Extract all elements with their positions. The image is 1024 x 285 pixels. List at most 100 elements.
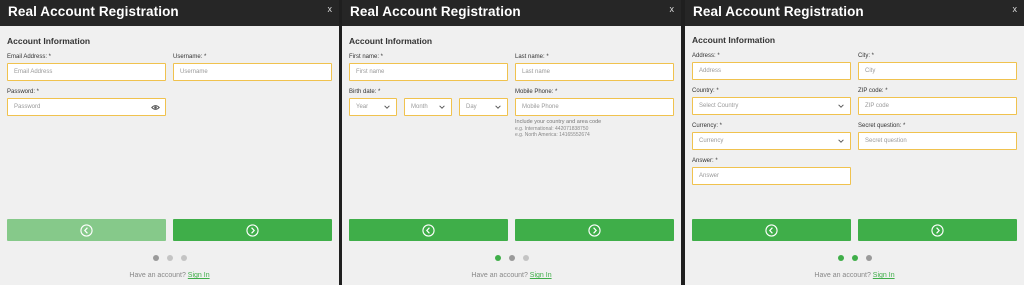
screenshot-stage: Real Account Registration x Account Info… bbox=[0, 0, 1024, 285]
step-indicator bbox=[0, 255, 339, 261]
panel-title: Real Account Registration bbox=[8, 4, 179, 19]
phone-hint-north-america: e.g. North America: 14165552674 bbox=[515, 132, 590, 138]
answer-input[interactable]: Answer bbox=[692, 167, 851, 185]
email-label: Email Address: * bbox=[7, 54, 52, 60]
mobile-phone-label: Mobile Phone: * bbox=[515, 89, 558, 95]
password-placeholder: Password bbox=[14, 104, 41, 110]
chevron-down-icon bbox=[384, 105, 390, 109]
last-name-placeholder: Last name bbox=[522, 69, 551, 75]
city-label: City: * bbox=[858, 53, 875, 59]
birth-month-select[interactable]: Month bbox=[404, 98, 452, 116]
birth-date-label: Birth date: * bbox=[349, 89, 381, 95]
close-icon[interactable]: x bbox=[1013, 4, 1018, 14]
step-dot-1[interactable] bbox=[494, 255, 501, 261]
password-label: Password: * bbox=[7, 89, 40, 95]
username-placeholder: Username bbox=[180, 69, 208, 75]
password-input[interactable]: Password bbox=[7, 98, 166, 116]
country-value: Select Country bbox=[699, 103, 739, 109]
registration-panel-step-3: Real Account Registration x Account Info… bbox=[685, 0, 1024, 285]
sign-in-link[interactable]: Sign In bbox=[873, 272, 895, 279]
close-icon[interactable]: x bbox=[670, 4, 675, 14]
sign-in-prompt: Have an account? Sign In bbox=[0, 272, 339, 279]
section-title: Account Information bbox=[692, 35, 776, 45]
address-input[interactable]: Address bbox=[692, 62, 851, 80]
city-placeholder: City bbox=[865, 68, 876, 74]
step-dot-3[interactable] bbox=[180, 255, 187, 261]
next-button[interactable] bbox=[173, 219, 332, 241]
chevron-down-icon bbox=[838, 139, 844, 143]
step-dot-1[interactable] bbox=[837, 255, 844, 261]
panel-header: Real Account Registration x bbox=[342, 0, 681, 26]
panel-title: Real Account Registration bbox=[350, 4, 521, 19]
panel-header: Real Account Registration x bbox=[0, 0, 339, 26]
country-label: Country: * bbox=[692, 88, 719, 94]
secret-question-input[interactable]: Secret question bbox=[858, 132, 1017, 150]
secret-question-label: Secret question: * bbox=[858, 123, 906, 129]
mobile-phone-input[interactable]: Mobile Phone bbox=[515, 98, 674, 116]
chevron-down-icon bbox=[495, 105, 501, 109]
step-indicator bbox=[342, 255, 681, 261]
currency-value: Currency bbox=[699, 138, 724, 144]
panel-header: Real Account Registration x bbox=[685, 0, 1024, 26]
email-placeholder: Email Address bbox=[14, 69, 53, 75]
step-dot-3[interactable] bbox=[865, 255, 872, 261]
section-title: Account Information bbox=[349, 36, 433, 46]
address-placeholder: Address bbox=[699, 68, 722, 74]
back-button[interactable] bbox=[7, 219, 166, 241]
username-label: Username: * bbox=[173, 54, 207, 60]
zip-code-input[interactable]: ZIP code bbox=[858, 97, 1017, 115]
birth-day-value: Day bbox=[466, 104, 477, 110]
sign-in-prompt: Have an account? Sign In bbox=[342, 272, 681, 279]
answer-placeholder: Answer bbox=[699, 173, 720, 179]
have-account-text: Have an account? bbox=[814, 272, 871, 279]
chevron-left-circle-icon bbox=[422, 223, 435, 237]
next-button[interactable] bbox=[858, 219, 1017, 241]
section-title: Account Information bbox=[7, 36, 91, 46]
email-input[interactable]: Email Address bbox=[7, 63, 166, 81]
back-button[interactable] bbox=[692, 219, 851, 241]
sign-in-prompt: Have an account? Sign In bbox=[685, 272, 1024, 279]
registration-panel-step-1: Real Account Registration x Account Info… bbox=[0, 0, 339, 285]
birth-day-select[interactable]: Day bbox=[459, 98, 508, 116]
last-name-input[interactable]: Last name bbox=[515, 63, 674, 81]
sign-in-link[interactable]: Sign In bbox=[188, 272, 210, 279]
sign-in-link[interactable]: Sign In bbox=[530, 272, 552, 279]
mobile-phone-placeholder: Mobile Phone bbox=[522, 104, 559, 110]
last-name-label: Last name: * bbox=[515, 54, 549, 60]
chevron-down-icon bbox=[439, 105, 445, 109]
address-label: Address: * bbox=[692, 53, 720, 59]
step-dot-3[interactable] bbox=[522, 255, 529, 261]
chevron-down-icon bbox=[838, 104, 844, 108]
panel-title: Real Account Registration bbox=[693, 4, 864, 19]
birth-year-select[interactable]: Year bbox=[349, 98, 397, 116]
step-dot-2[interactable] bbox=[508, 255, 515, 261]
have-account-text: Have an account? bbox=[471, 272, 528, 279]
step-indicator bbox=[685, 255, 1024, 261]
first-name-label: First name: * bbox=[349, 54, 384, 60]
birth-month-value: Month bbox=[411, 104, 428, 110]
zip-code-placeholder: ZIP code bbox=[865, 103, 889, 109]
step-dot-1[interactable] bbox=[152, 255, 159, 261]
birth-year-value: Year bbox=[356, 104, 369, 110]
city-input[interactable]: City bbox=[858, 62, 1017, 80]
have-account-text: Have an account? bbox=[129, 272, 186, 279]
answer-label: Answer: * bbox=[692, 158, 718, 164]
chevron-right-circle-icon bbox=[588, 223, 601, 237]
back-button[interactable] bbox=[349, 219, 508, 241]
first-name-input[interactable]: First name bbox=[349, 63, 508, 81]
step-dot-2[interactable] bbox=[851, 255, 858, 261]
currency-select[interactable]: Currency bbox=[692, 132, 851, 150]
chevron-left-circle-icon bbox=[765, 223, 778, 237]
currency-label: Currency: * bbox=[692, 123, 723, 129]
first-name-placeholder: First name bbox=[356, 69, 385, 75]
registration-panel-step-2: Real Account Registration x Account Info… bbox=[342, 0, 681, 285]
close-icon[interactable]: x bbox=[328, 4, 333, 14]
eye-icon[interactable] bbox=[151, 103, 160, 112]
next-button[interactable] bbox=[515, 219, 674, 241]
country-select[interactable]: Select Country bbox=[692, 97, 851, 115]
username-input[interactable]: Username bbox=[173, 63, 332, 81]
zip-code-label: ZIP code: * bbox=[858, 88, 888, 94]
step-dot-2[interactable] bbox=[166, 255, 173, 261]
secret-question-placeholder: Secret question bbox=[865, 138, 907, 144]
chevron-right-circle-icon bbox=[931, 223, 944, 237]
